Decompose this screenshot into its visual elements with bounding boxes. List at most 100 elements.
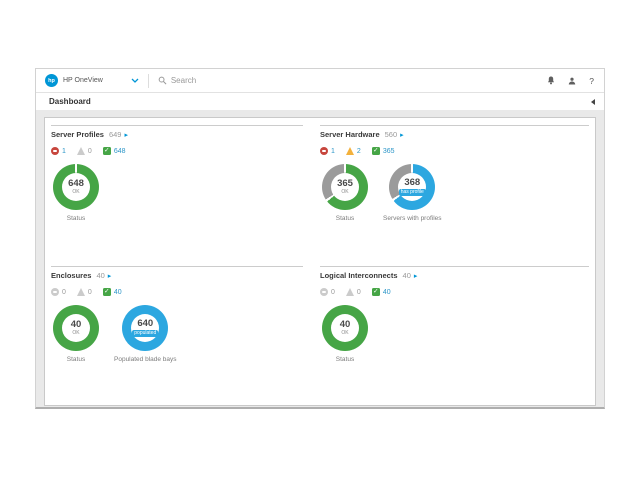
- divider: [148, 74, 149, 88]
- donut-center: 368 has profile: [398, 173, 426, 201]
- section-count: 649: [109, 130, 122, 139]
- status-summary: 0 0 40: [51, 288, 303, 296]
- status-count: 0: [331, 289, 335, 296]
- status-warning[interactable]: 0: [77, 288, 92, 296]
- section-count: 40: [96, 271, 104, 280]
- donut-center: 40 OK: [331, 314, 359, 342]
- section-header[interactable]: Server Profiles 649 ▸: [51, 130, 303, 139]
- page-header: Dashboard: [36, 93, 604, 110]
- status-warning[interactable]: 0: [346, 288, 361, 296]
- status-count: 40: [114, 289, 122, 296]
- critical-icon: [51, 288, 59, 296]
- donut-value: 648: [68, 179, 84, 189]
- ok-check-icon: [103, 147, 111, 155]
- donut-chart: 365 OK: [322, 164, 368, 210]
- chevron-right-icon[interactable]: ▸: [108, 272, 112, 280]
- donut-center: 648 OK: [62, 173, 90, 201]
- section-header[interactable]: Logical Interconnects 40 ▸: [320, 271, 589, 280]
- critical-icon: [320, 147, 328, 155]
- section-title: Logical Interconnects: [320, 271, 398, 280]
- section-count: 560: [385, 130, 398, 139]
- hp-logo-icon: hp: [45, 74, 58, 87]
- status-summary: 1 0 648: [51, 147, 303, 155]
- warning-icon: [346, 147, 354, 155]
- notifications-bell-icon[interactable]: [547, 76, 555, 85]
- top-bar: hp HP OneView ?: [36, 69, 604, 93]
- page-title: Dashboard: [49, 97, 91, 106]
- status-count: 2: [357, 148, 361, 155]
- search-icon: [158, 76, 167, 85]
- status-critical[interactable]: 0: [320, 288, 335, 296]
- status-critical[interactable]: 1: [320, 147, 335, 155]
- section-count: 40: [403, 271, 411, 280]
- donut-label: Status: [336, 215, 354, 222]
- donut-center: 40 OK: [62, 314, 90, 342]
- section-header[interactable]: Server Hardware 560 ▸: [320, 130, 589, 139]
- section-title: Server Hardware: [320, 130, 380, 139]
- donut-status[interactable]: 40 OK Status: [53, 305, 99, 363]
- status-warning[interactable]: 2: [346, 147, 361, 155]
- status-warning[interactable]: 0: [77, 147, 92, 155]
- status-count: 0: [357, 289, 361, 296]
- donut-sublabel: OK: [341, 190, 348, 195]
- section-server-profiles: Server Profiles 649 ▸ 1 0 648: [51, 125, 303, 266]
- dashboard-content: Server Profiles 649 ▸ 1 0 648: [36, 110, 604, 406]
- donut-chart: 640 populated: [122, 305, 168, 351]
- status-count: 648: [114, 148, 126, 155]
- section-server-hardware: Server Hardware 560 ▸ 1 2 365: [320, 125, 589, 266]
- donut-status[interactable]: 40 OK Status: [322, 305, 368, 363]
- donut-status[interactable]: 365 OK Status: [322, 164, 368, 222]
- donut-center: 365 OK: [331, 173, 359, 201]
- status-count: 40: [383, 289, 391, 296]
- ok-check-icon: [372, 147, 380, 155]
- donut-row: 40 OK Status 640 populated: [51, 305, 303, 363]
- status-critical[interactable]: 1: [51, 147, 66, 155]
- section-enclosures: Enclosures 40 ▸ 0 0 40: [51, 266, 303, 407]
- status-count: 365: [383, 148, 395, 155]
- status-critical[interactable]: 0: [51, 288, 66, 296]
- status-summary: 0 0 40: [320, 288, 589, 296]
- status-count: 1: [62, 148, 66, 155]
- donut-sublabel: OK: [341, 331, 348, 336]
- critical-icon: [320, 288, 328, 296]
- warning-icon: [346, 288, 354, 296]
- donut-chart: 40 OK: [53, 305, 99, 351]
- section-header[interactable]: Enclosures 40 ▸: [51, 271, 303, 280]
- donut-value: 640: [137, 319, 153, 329]
- status-ok[interactable]: 40: [372, 288, 391, 296]
- donut-label: Servers with profiles: [383, 215, 442, 222]
- donut-servers-with-profiles[interactable]: 368 has profile Servers with profiles: [383, 164, 442, 222]
- status-count: 0: [88, 148, 92, 155]
- ok-check-icon: [103, 288, 111, 296]
- donut-row: 365 OK Status 368 has profile: [320, 164, 589, 222]
- donut-chart: 368 has profile: [389, 164, 435, 210]
- search-input[interactable]: [171, 76, 321, 85]
- donut-sublabel: populated: [132, 330, 158, 337]
- donut-value: 40: [71, 320, 82, 330]
- donut-chart: 648 OK: [53, 164, 99, 210]
- collapse-panel-icon[interactable]: [591, 99, 595, 105]
- app-menu-dropdown[interactable]: [131, 78, 139, 83]
- app-window: hp HP OneView ?: [35, 68, 605, 409]
- user-icon[interactable]: [568, 77, 576, 85]
- chevron-down-icon: [131, 78, 139, 83]
- app-name: HP OneView: [63, 77, 103, 84]
- chevron-right-icon[interactable]: ▸: [414, 272, 418, 280]
- search-box[interactable]: [158, 76, 321, 85]
- donut-populated-blade-bays[interactable]: 640 populated Populated blade bays: [114, 305, 177, 363]
- donut-status[interactable]: 648 OK Status: [53, 164, 99, 222]
- status-ok[interactable]: 648: [103, 147, 126, 155]
- chevron-right-icon[interactable]: ▸: [124, 131, 128, 139]
- donut-row: 648 OK Status: [51, 164, 303, 222]
- warning-icon: [77, 288, 85, 296]
- donut-value: 365: [337, 179, 353, 189]
- status-ok[interactable]: 365: [372, 147, 395, 155]
- donut-sublabel: OK: [72, 331, 79, 336]
- status-ok[interactable]: 40: [103, 288, 122, 296]
- donut-label: Populated blade bays: [114, 356, 177, 363]
- critical-icon: [51, 147, 59, 155]
- help-icon[interactable]: ?: [589, 76, 594, 86]
- donut-value: 40: [340, 320, 351, 330]
- chevron-right-icon[interactable]: ▸: [400, 131, 404, 139]
- status-count: 0: [62, 289, 66, 296]
